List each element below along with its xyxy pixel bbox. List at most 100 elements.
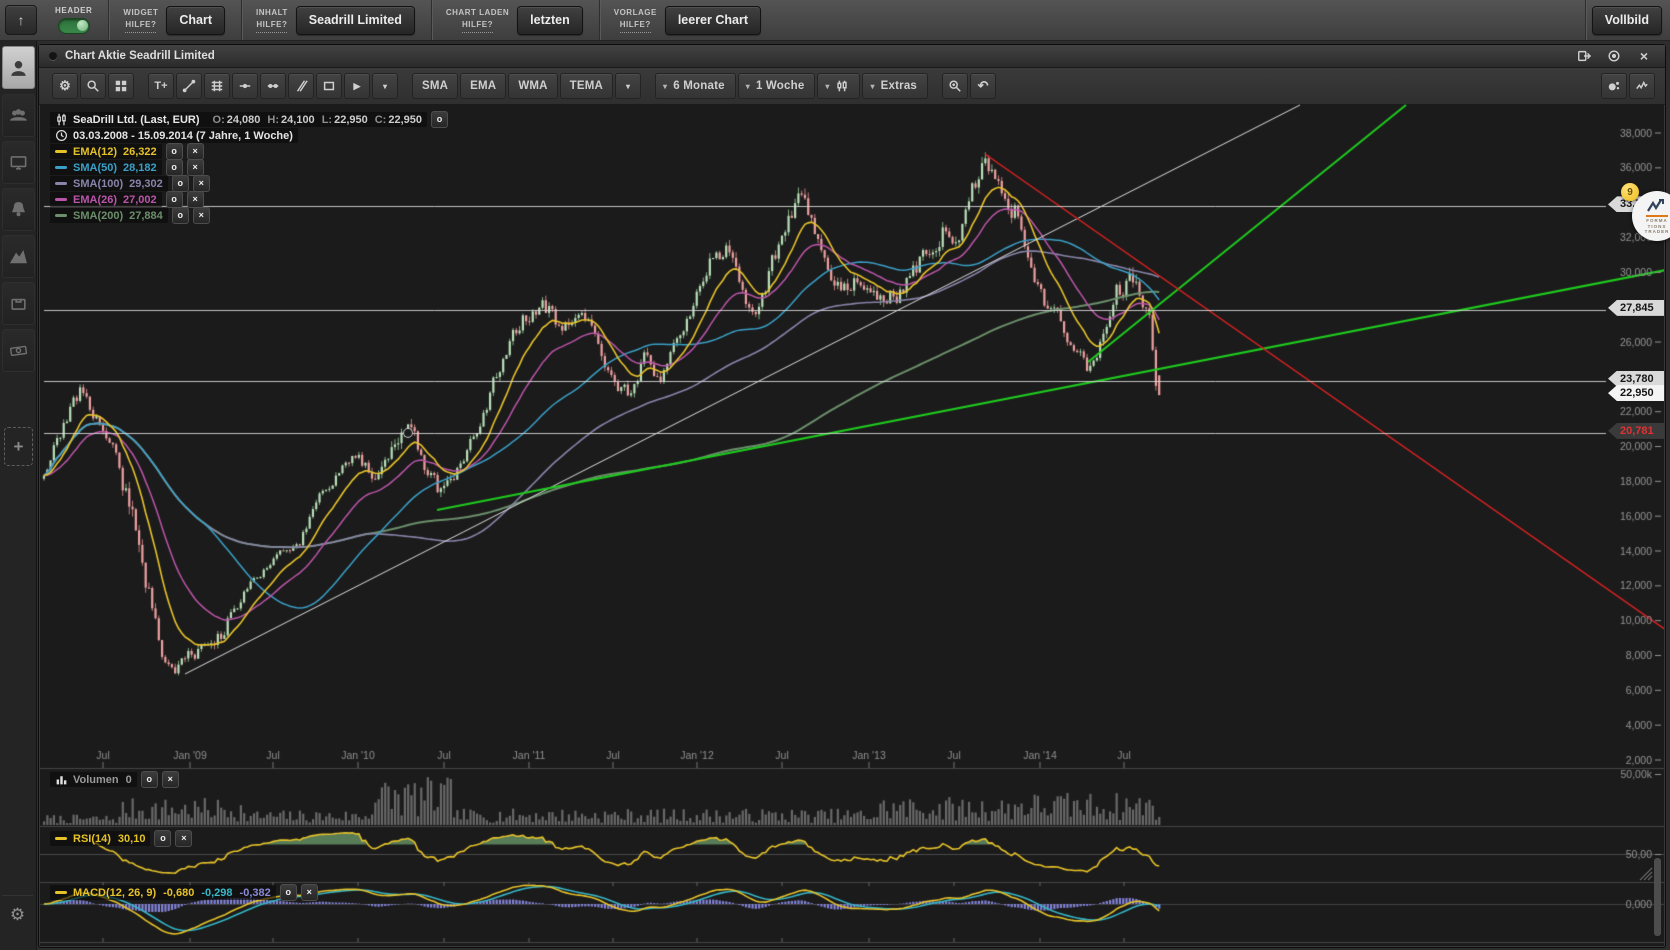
drawer-icon	[9, 294, 28, 313]
add-widget-button[interactable]: +	[4, 427, 33, 466]
volume-settings-button[interactable]: o	[141, 771, 158, 788]
notification-badge[interactable]: 9	[1621, 183, 1639, 201]
symbol-button[interactable]: Seadrill Limited	[296, 6, 415, 35]
chart-type-dropdown[interactable]: ▾	[817, 73, 860, 99]
tools-dropdown[interactable]: ▾	[372, 73, 398, 99]
legend-indicator-row: EMA(26)27,002o×	[50, 192, 448, 207]
sidebar-item-profile[interactable]	[2, 46, 35, 89]
clock-icon	[55, 129, 68, 142]
trendline-tool-button[interactable]	[176, 73, 202, 99]
chart-button[interactable]: Chart	[166, 6, 225, 35]
indicator-settings-button[interactable]: o	[172, 207, 189, 224]
indicator-color-dash	[55, 214, 67, 217]
scrollbar-thumb[interactable]	[1654, 858, 1661, 936]
flag-tool-button[interactable]: ▶	[344, 73, 370, 99]
sma-button[interactable]: SMA	[412, 73, 458, 99]
range-dropdown[interactable]: ▾6 Monate	[655, 73, 736, 99]
letzten-button[interactable]: letzten	[517, 6, 583, 35]
up-arrow-icon: ↑	[18, 12, 25, 28]
sidebar-settings-button[interactable]: ⚙	[2, 895, 33, 934]
rectangle-tool-button[interactable]	[316, 73, 342, 99]
sidebar-item-money[interactable]	[2, 329, 35, 372]
leerer-chart-button[interactable]: leerer Chart	[665, 6, 761, 35]
price-tag[interactable]: 27,845	[1608, 300, 1664, 316]
indicator-remove-button[interactable]: ×	[187, 191, 204, 208]
open-key: O:	[213, 114, 225, 126]
resize-grip[interactable]	[1639, 867, 1653, 886]
macd-color-dash	[55, 891, 67, 894]
indicator-rows: EMA(12)26,322o×SMA(50)28,182o×SMA(100)29…	[50, 144, 448, 223]
volume-remove-button[interactable]: ×	[162, 771, 179, 788]
left-sidebar: + ⚙	[0, 40, 37, 950]
close-value: 22,950	[388, 114, 422, 126]
sidebar-item-contacts[interactable]	[2, 94, 35, 137]
interval-dropdown[interactable]: ▾1 Woche	[738, 73, 816, 99]
instrument-settings-button[interactable]: o	[431, 111, 448, 128]
header-toggle[interactable]	[58, 18, 90, 34]
area-chart-icon	[9, 247, 28, 266]
ema-button[interactable]: EMA	[460, 73, 506, 99]
sidebar-item-archive[interactable]	[2, 282, 35, 325]
pencil-tool-button[interactable]	[288, 73, 314, 99]
rsi-value: 30,10	[118, 833, 146, 845]
linechart-button[interactable]	[1629, 73, 1655, 99]
popout-button[interactable]	[1575, 49, 1593, 63]
indicator-remove-button[interactable]: ×	[193, 175, 210, 192]
bubbles-button[interactable]	[1601, 73, 1627, 99]
layout-button[interactable]	[108, 73, 134, 99]
chevron-down-icon: ▾	[383, 82, 387, 91]
macd-settings-button[interactable]: o	[280, 884, 297, 901]
rsi-settings-button[interactable]: o	[154, 830, 171, 847]
chart-widget-window: Chart Aktie Seadrill Limited × ⚙ T+ ▶ ▾ …	[38, 44, 1666, 948]
sidebar-item-desktop[interactable]	[2, 141, 35, 184]
sidebar-item-charts[interactable]	[2, 235, 35, 278]
rsi-remove-button[interactable]: ×	[175, 830, 192, 847]
indicator-remove-button[interactable]: ×	[193, 207, 210, 224]
widget-help-label[interactable]: WIDGETHILFE?	[123, 7, 158, 33]
undo-button[interactable]: ↶	[970, 73, 996, 99]
text-tool-icon: T+	[154, 80, 167, 92]
chevron-down-icon: ▾	[825, 82, 829, 91]
search-button[interactable]	[80, 73, 106, 99]
text-tool-button[interactable]: T+	[148, 73, 174, 99]
collapse-header-button[interactable]: ↑	[5, 5, 37, 35]
zigzag-icon	[1635, 79, 1649, 93]
indicator-value: 27,884	[129, 210, 163, 222]
fibonacci-tool-icon	[210, 79, 224, 93]
window-title: Chart Aktie Seadrill Limited	[65, 50, 215, 62]
extras-dropdown[interactable]: ▾Extras	[862, 73, 928, 99]
hline-extend-tool-button[interactable]	[260, 73, 286, 99]
divider	[241, 0, 242, 40]
indicator-settings-button[interactable]: o	[166, 159, 183, 176]
volume-name: Volumen	[73, 774, 119, 786]
indicator-color-dash	[55, 198, 67, 201]
indicator-remove-button[interactable]: ×	[187, 143, 204, 160]
chart-laden-help-label[interactable]: CHART LADENHILFE?	[446, 7, 509, 33]
macd-remove-button[interactable]: ×	[301, 884, 318, 901]
target-button[interactable]	[1605, 49, 1623, 63]
sidebar-item-alerts[interactable]	[2, 188, 35, 231]
wma-button[interactable]: WMA	[508, 73, 557, 99]
close-key: C:	[375, 114, 387, 126]
window-titlebar[interactable]: Chart Aktie Seadrill Limited ×	[39, 45, 1665, 68]
vorlage-help-label[interactable]: VORLAGEHILFE?	[614, 7, 657, 33]
indicator-settings-button[interactable]: o	[166, 191, 183, 208]
volume-icon	[55, 773, 68, 786]
tema-button[interactable]: TEMA	[560, 73, 613, 99]
indicators-dropdown[interactable]: ▾	[615, 73, 641, 99]
close-button[interactable]: ×	[1635, 49, 1653, 63]
indicator-settings-button[interactable]: o	[166, 143, 183, 160]
indicator-settings-button[interactable]: o	[172, 175, 189, 192]
price-tag[interactable]: 22,950	[1608, 385, 1664, 401]
price-tag[interactable]: 23,780	[1608, 371, 1664, 387]
indicator-remove-button[interactable]: ×	[187, 159, 204, 176]
indicator-value: 29,302	[129, 178, 163, 190]
chart-settings-button[interactable]: ⚙	[52, 73, 78, 99]
hline-tool-button[interactable]	[232, 73, 258, 99]
fibonacci-tool-button[interactable]	[204, 73, 230, 99]
chart-canvas[interactable]	[40, 104, 1664, 946]
fullscreen-button[interactable]: Vollbild	[1592, 6, 1662, 35]
inhalt-help-label[interactable]: INHALTHILFE?	[256, 7, 288, 33]
price-tag[interactable]: 20,781	[1608, 423, 1664, 439]
zoom-in-button[interactable]	[942, 73, 968, 99]
